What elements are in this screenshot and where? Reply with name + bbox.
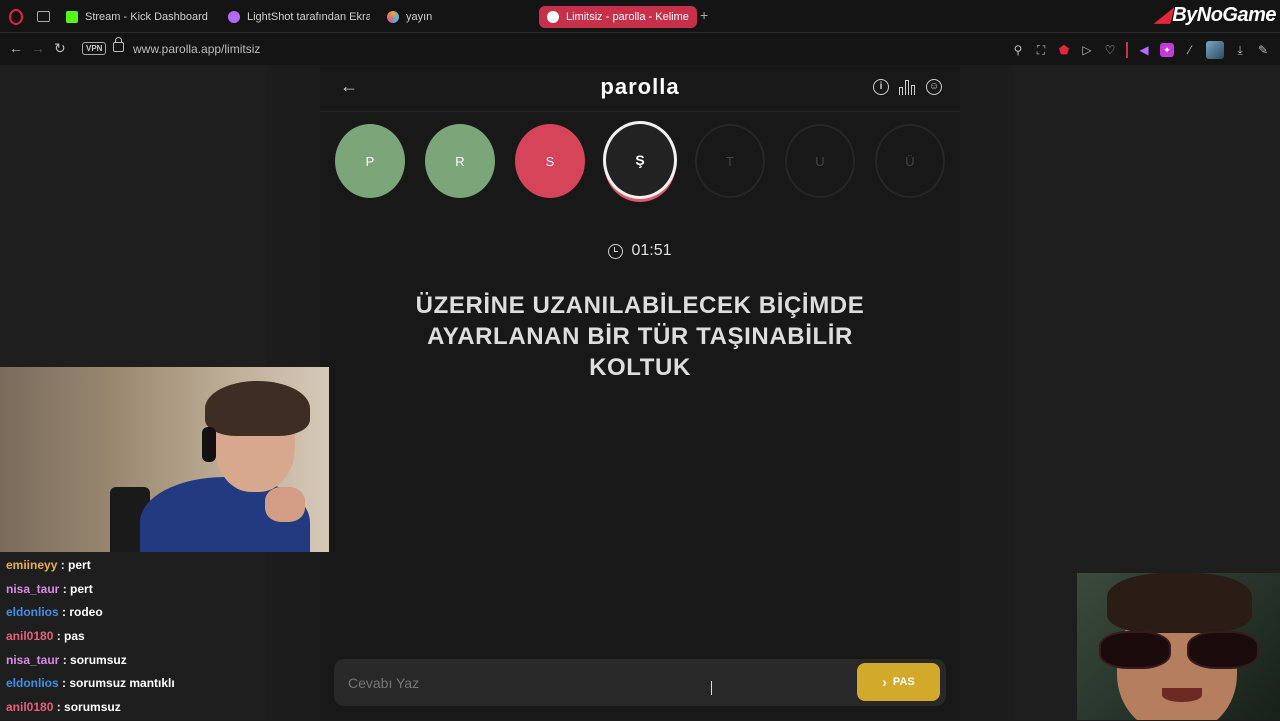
chat-overlay: emiineyy : pert nisa_taur : pert eldonli…	[6, 555, 306, 721]
letter-circle: P	[335, 124, 405, 198]
chat-message: sorumsuz	[64, 700, 121, 715]
profile-avatar[interactable]	[1206, 41, 1224, 59]
chat-line: eldonlios : rodeo	[6, 605, 103, 620]
tab-label: yayın	[406, 11, 433, 23]
clock-icon	[608, 243, 624, 259]
edit-icon[interactable]: ✎	[1256, 43, 1270, 57]
chat-username: eldonlios	[6, 676, 59, 691]
tab-yayin[interactable]: yayın	[387, 6, 477, 28]
timer: 01:51	[320, 242, 960, 260]
chat-username: anil0180	[6, 629, 54, 644]
parolla-logo: parolla	[600, 74, 680, 99]
speaker-icon[interactable]: ◀	[1137, 43, 1151, 57]
answer-input[interactable]	[346, 671, 840, 695]
letter-circle: Ü	[875, 124, 945, 198]
question-text: ÜZERİNE UZANILABİLECEK BİÇİMDE AYARLANAN…	[415, 292, 865, 381]
sunglasses-icon	[1099, 631, 1259, 669]
chat-message: sorumsuz mantıklı	[69, 676, 175, 691]
letter-circle: S	[515, 124, 585, 198]
letter-circle: U	[785, 124, 855, 198]
tab-label: Stream - Kick Dashboard	[85, 11, 208, 23]
parolla-game: ← parolla i ☺ P R S Ş T U Ü 01:51 ÜZERİN…	[320, 65, 960, 720]
chat-username: nisa_taur	[6, 581, 60, 596]
chat-username: anil0180	[6, 700, 54, 715]
chat-line: eldonlios : sorumsuz mantıklı	[6, 676, 175, 691]
tab-label: Limitsiz - parolla - Kelime	[566, 11, 689, 23]
snapshot-icon[interactable]: ⛶	[1034, 43, 1048, 57]
browser-tab-bar: Stream - Kick Dashboard LightShot tarafı…	[0, 0, 1280, 33]
chat-line: emiineyy : pert	[6, 558, 91, 572]
user-icon[interactable]: ☺	[926, 79, 942, 95]
tab-lightshot[interactable]: LightShot tarafından Ekra	[228, 6, 370, 28]
chat-message: pas	[64, 629, 85, 644]
chat-username: emiineyy	[6, 558, 58, 572]
chat-username: eldonlios	[6, 605, 59, 620]
answer-bar: › PAS	[334, 659, 946, 706]
url-field[interactable]: www.parolla.app/limitsiz	[133, 42, 260, 56]
heart-icon[interactable]: ♡	[1103, 43, 1117, 57]
tab-parolla[interactable]: Limitsiz - parolla - Kelime	[539, 6, 697, 28]
chevron-right-icon: ›	[882, 674, 887, 690]
guest-camera	[1077, 573, 1280, 720]
bynogame-logo: ◢ ByNoGame	[1155, 2, 1276, 27]
tab-overview-icon[interactable]	[37, 11, 50, 22]
pin-icon[interactable]: ⚲	[1011, 43, 1025, 57]
chat-message: sorumsuz	[70, 652, 127, 667]
timer-text: 01:51	[631, 242, 672, 259]
chat-message: pert	[70, 581, 93, 596]
chat-message: rodeo	[69, 605, 103, 620]
opera-logo-icon[interactable]	[9, 9, 23, 25]
chat-username: nisa_taur	[6, 652, 60, 667]
game-header: ← parolla i ☺	[320, 65, 960, 112]
text-cursor-icon	[711, 681, 714, 695]
extension-puzzle-icon[interactable]: ✦	[1160, 43, 1174, 57]
lock-icon[interactable]	[113, 37, 124, 52]
letter-circle: R	[425, 124, 495, 198]
headset-icon	[202, 427, 216, 462]
streamer-webcam	[0, 367, 329, 552]
pass-button[interactable]: › PAS	[857, 663, 940, 701]
chat-line: anil0180 : sorumsuz	[6, 700, 121, 715]
chat-line: nisa_taur : sorumsuz	[6, 652, 127, 667]
brand-text: ByNoGame	[1172, 4, 1276, 26]
address-bar: ← → ↻ VPN www.parolla.app/limitsiz ⚲ ⛶ ⬟…	[0, 33, 1280, 65]
stats-icon[interactable]	[899, 79, 916, 95]
forward-icon[interactable]: →	[31, 40, 45, 56]
info-icon[interactable]: i	[873, 79, 889, 95]
tab-label: LightShot tarafından Ekra	[247, 11, 370, 23]
pocket-icon[interactable]: ⬟	[1057, 43, 1071, 57]
toolbar-divider	[1126, 42, 1128, 58]
chat-line: anil0180 : pas	[6, 629, 85, 644]
reload-icon[interactable]: ↻	[54, 40, 66, 57]
hair	[205, 381, 310, 436]
play-icon[interactable]: ▷	[1080, 43, 1094, 57]
chat-message: pert	[68, 558, 91, 572]
mouth	[1162, 688, 1202, 702]
header-actions: i ☺	[873, 79, 942, 95]
letter-circle: T	[695, 124, 765, 198]
parolla-favicon-icon	[547, 11, 559, 23]
hand	[265, 487, 305, 522]
new-tab-button[interactable]: +	[700, 7, 708, 23]
hair	[1107, 573, 1252, 633]
pass-label: PAS	[892, 676, 915, 688]
kick-favicon-icon	[66, 11, 78, 23]
pen-slash-icon[interactable]: ⁄	[1183, 43, 1197, 57]
color-wheel-favicon-icon	[387, 11, 399, 23]
bynogame-mark-icon: ◢	[1155, 4, 1171, 26]
feather-favicon-icon	[228, 11, 240, 23]
tab-kick-dashboard[interactable]: Stream - Kick Dashboard	[66, 6, 211, 28]
current-letter-circle: Ş	[603, 121, 677, 199]
vpn-badge[interactable]: VPN	[82, 42, 107, 55]
download-icon[interactable]: ⤓	[1233, 43, 1247, 57]
extensions-toolbar: ⚲ ⛶ ⬟ ▷ ♡ ◀ ✦ ⁄ ⤓ ✎	[1011, 41, 1270, 59]
letter-wheel: P R S Ş T U Ü	[335, 121, 947, 204]
chat-line: nisa_taur : pert	[6, 581, 93, 596]
back-icon[interactable]: ←	[9, 40, 23, 56]
